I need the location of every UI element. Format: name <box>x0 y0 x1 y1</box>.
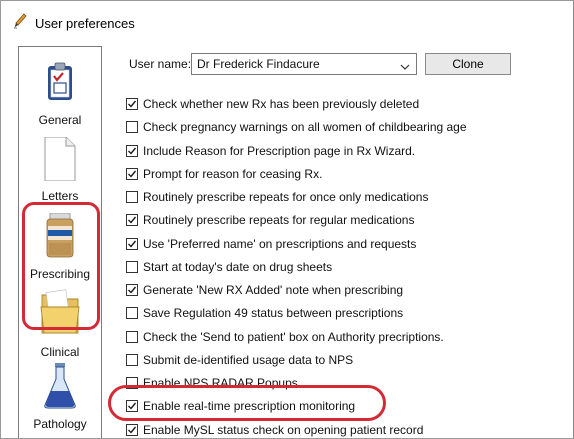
user-preferences-window: User preferences General Letters Prescri… <box>0 0 574 439</box>
window-title: User preferences <box>35 16 135 31</box>
option-label: Prompt for reason for ceasing Rx. <box>143 166 323 181</box>
user-name-value: Dr Frederick Findacure <box>197 57 320 71</box>
option-label: Submit de-identified usage data to NPS <box>143 352 354 367</box>
option-checkbox[interactable] <box>126 284 138 296</box>
clipboard-checklist-icon <box>19 61 101 101</box>
option-checkbox[interactable] <box>126 214 138 227</box>
annotation-highlight-prescribing <box>22 202 100 330</box>
option-checkbox[interactable] <box>126 330 138 343</box>
option-label: Use 'Preferred name' on prescriptions an… <box>143 236 417 251</box>
sidebar-item-label: General <box>38 113 82 127</box>
option-checkbox[interactable] <box>126 237 138 250</box>
option-label: Check pregnancy warnings on all women of… <box>143 120 467 135</box>
option-checkbox[interactable] <box>126 307 138 320</box>
option-label: Check the 'Send to patient' box on Autho… <box>143 329 444 344</box>
user-name-label: User name: <box>129 57 192 71</box>
title-bar: User preferences <box>1 1 573 37</box>
option-label: Enable MySL status check on opening pati… <box>143 422 424 437</box>
option-label: Include Reason for Prescription page in … <box>143 143 416 158</box>
option-checkbox[interactable] <box>126 260 138 273</box>
option-label: Routinely prescribe repeats for regular … <box>143 213 415 228</box>
option-label: Routinely prescribe repeats for once onl… <box>143 190 429 204</box>
flask-icon <box>19 363 101 409</box>
sidebar-item-label: Pathology <box>33 417 87 431</box>
pen-icon <box>13 13 27 29</box>
category-sidebar: General Letters Prescribing Clinical Pat… <box>18 46 102 438</box>
annotation-highlight-realtime-monitoring <box>108 385 386 421</box>
option-label: Start at today's date on drug sheets <box>143 259 333 274</box>
option-checkbox[interactable] <box>126 121 138 134</box>
user-name-select[interactable]: Dr Frederick Findacure <box>191 53 417 75</box>
sidebar-item-label: Letters <box>41 189 79 203</box>
option-checkbox[interactable] <box>126 353 138 366</box>
clone-button[interactable]: Clone <box>425 53 511 75</box>
option-checkbox[interactable] <box>126 98 138 110</box>
option-checkbox[interactable] <box>126 144 138 157</box>
option-checkbox[interactable] <box>126 167 138 180</box>
sidebar-item-label: Clinical <box>40 345 80 359</box>
sidebar-item-general[interactable]: General <box>19 47 101 137</box>
sidebar-item-letters[interactable]: Letters <box>19 137 101 209</box>
option-label: Check whether new Rx has been previously… <box>143 97 420 111</box>
option-label: Save Regulation 49 status between prescr… <box>143 306 404 321</box>
option-checkbox[interactable] <box>126 423 138 436</box>
option-label: Generate 'New RX Added' note when prescr… <box>143 283 404 297</box>
document-page-icon <box>19 137 101 181</box>
chevron-down-icon <box>400 60 410 70</box>
sidebar-item-pathology[interactable]: Pathology <box>19 361 101 438</box>
option-checkbox[interactable] <box>126 191 138 203</box>
